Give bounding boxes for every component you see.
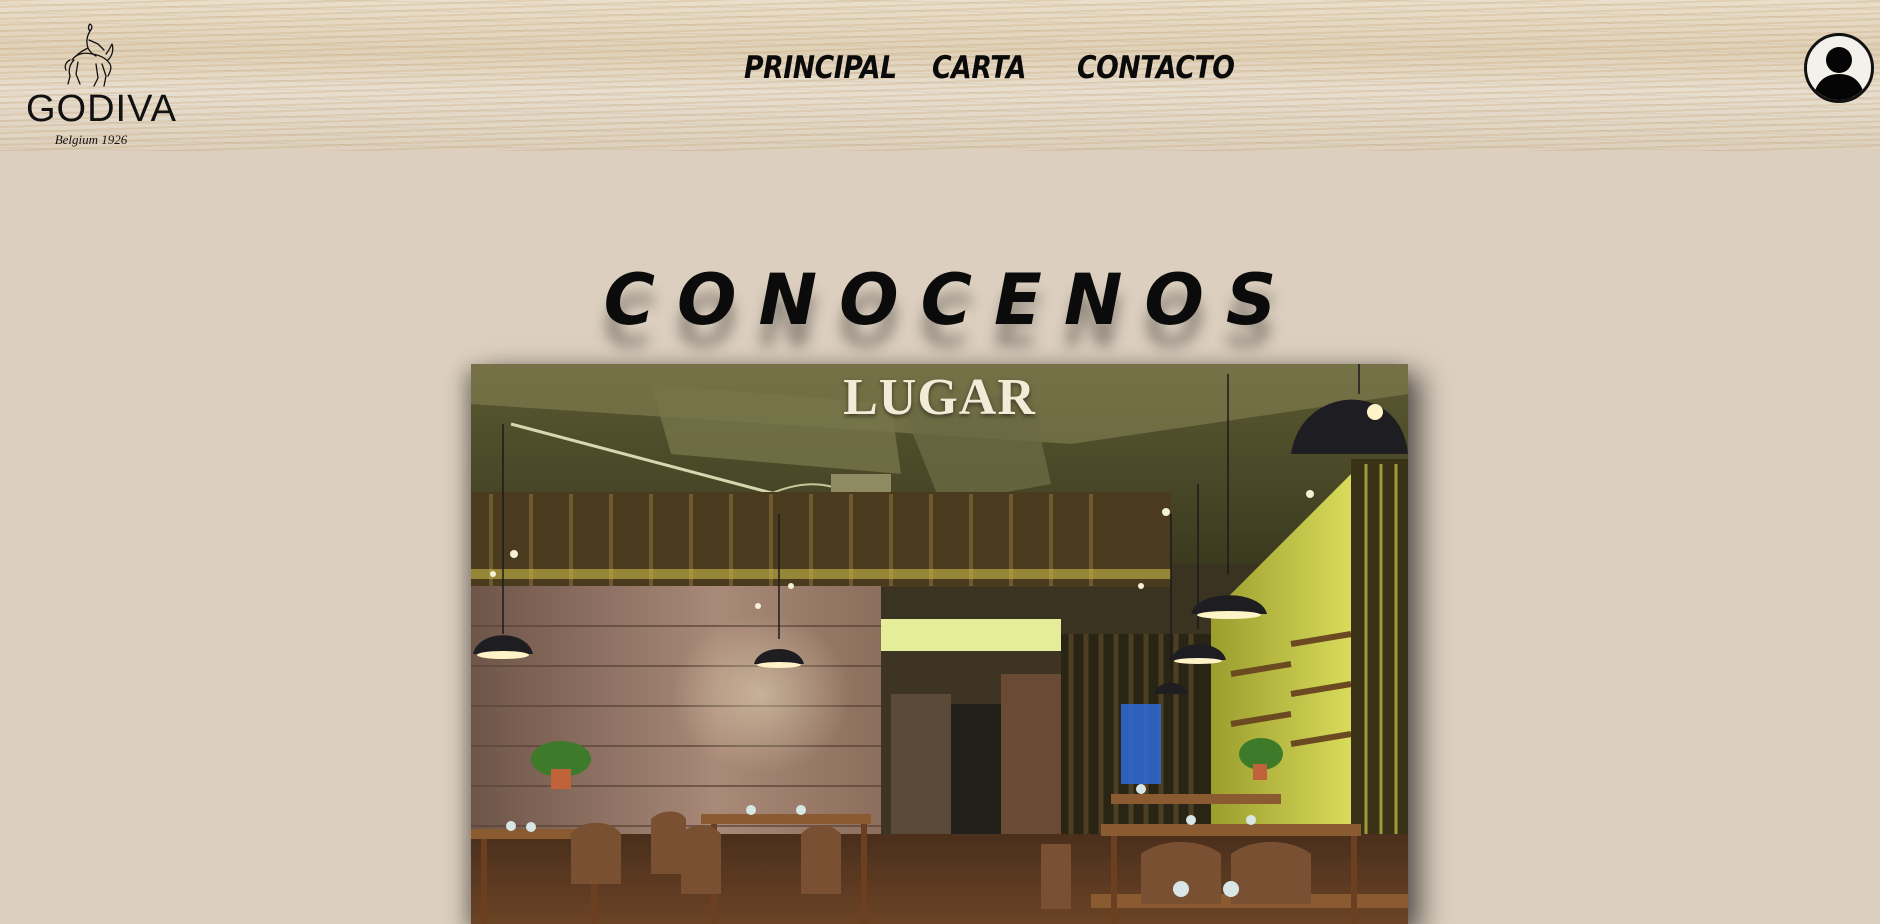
brand-tagline: Belgium 1926 xyxy=(54,132,128,147)
nav-link-principal[interactable]: PRINCIPAL xyxy=(744,50,897,86)
nav-link-contacto[interactable]: CONTACTO xyxy=(1077,50,1235,86)
main-nav: PRINCIPAL CARTA CONTACTO xyxy=(0,50,1880,94)
user-avatar-icon xyxy=(1813,47,1865,100)
page-title: CONOCENOS xyxy=(603,258,1299,341)
user-avatar-button[interactable] xyxy=(1804,33,1874,103)
place-card: LUGAR xyxy=(471,364,1408,924)
place-card-title: LUGAR xyxy=(843,369,1036,426)
restaurant-interior-photo xyxy=(471,364,1408,924)
site-header: GODIVA Belgium 1926 PRINCIPAL CARTA CONT… xyxy=(0,0,1880,151)
brand-name: GODIVA xyxy=(26,88,177,130)
nav-link-carta[interactable]: CARTA xyxy=(932,50,1027,86)
